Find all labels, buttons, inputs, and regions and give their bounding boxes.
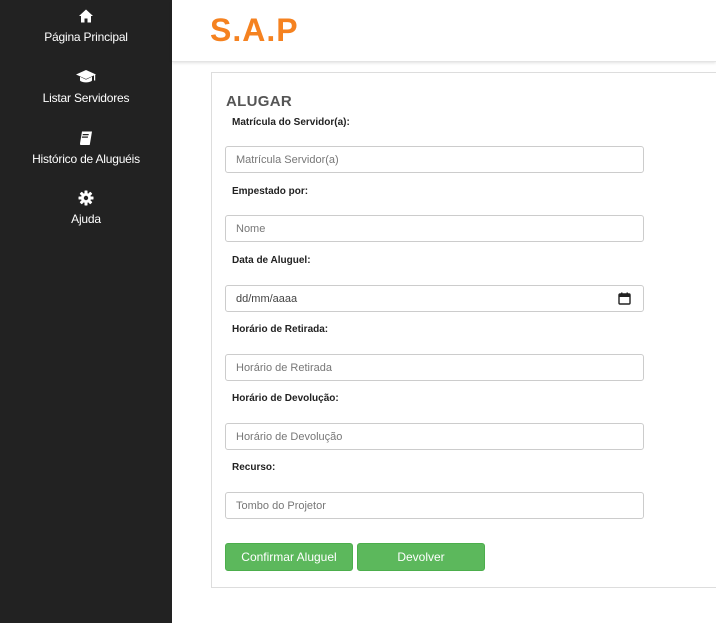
recurso-label: Recurso: [232, 462, 276, 473]
retirada-input[interactable] [225, 354, 644, 381]
form-title: ALUGAR [226, 93, 292, 110]
sidebar-item-servidores[interactable]: Listar Servidores [0, 69, 172, 105]
sidebar-item-historico[interactable]: Histórico de Aluguéis [0, 130, 172, 166]
data-aluguel-label: Data de Aluguel: [232, 255, 311, 266]
home-icon [0, 8, 172, 26]
matricula-input[interactable] [225, 146, 644, 173]
devolucao-input[interactable] [225, 423, 644, 450]
emprestado-input[interactable] [225, 215, 644, 242]
sidebar-item-home[interactable]: Página Principal [0, 8, 172, 44]
data-aluguel-input[interactable]: dd/mm/aaaa [225, 285, 644, 312]
matricula-label: Matrícula do Servidor(a): [232, 117, 350, 128]
sidebar-item-label: Ajuda [71, 212, 101, 226]
book-icon [0, 130, 172, 148]
gear-icon [0, 190, 172, 208]
sidebar-item-ajuda[interactable]: Ajuda [0, 190, 172, 226]
sidebar-item-label: Listar Servidores [42, 91, 130, 105]
sidebar-item-label: Página Principal [44, 30, 128, 44]
retirada-label: Horário de Retirada: [232, 324, 329, 335]
sidebar: Página Principal Listar Servidores Histó… [0, 0, 172, 623]
date-placeholder: dd/mm/aaaa [236, 293, 298, 305]
sidebar-item-label: Histórico de Aluguéis [32, 152, 140, 166]
recurso-input[interactable] [225, 492, 644, 519]
rental-form-panel: ALUGAR Matrícula do Servidor(a): Empesta… [211, 72, 716, 588]
confirm-rental-button[interactable]: Confirmar Aluguel [225, 543, 353, 571]
graduation-cap-icon [0, 69, 172, 87]
brand-logo[interactable]: S.A.P [210, 12, 299, 49]
header: S.A.P [172, 0, 716, 62]
devolucao-label: Horário de Devolução: [232, 393, 339, 404]
calendar-icon[interactable] [618, 292, 631, 310]
emprestado-label: Empestado por: [232, 186, 309, 197]
return-button[interactable]: Devolver [357, 543, 485, 571]
